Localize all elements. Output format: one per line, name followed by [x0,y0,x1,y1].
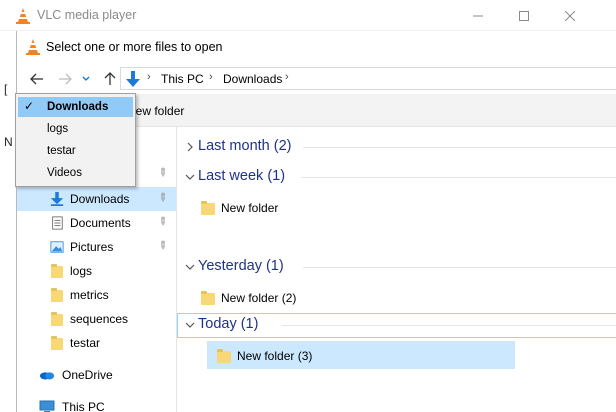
maximize-icon [519,10,529,21]
folder-icon [49,336,65,350]
maximize-button[interactable] [501,0,547,31]
folder-icon [49,264,65,278]
popup-item-testar[interactable]: testar [18,141,133,161]
recent-locations-popup: ✓ Downloads logs testar Videos [15,93,136,187]
dialog-title: Select one or more files to open [46,40,223,54]
nav-item-pictures[interactable]: Pictures ✎ [17,235,176,259]
open-file-dialog: Select one or more files to open › This … [16,31,616,412]
group-divider [303,267,616,268]
popup-item-label: testar [47,145,76,157]
nav-item-label: testar [70,336,101,350]
breadcrumb-downloads[interactable]: Downloads [223,72,282,86]
nav-item-label: Documents [70,216,131,230]
file-name: New folder (2) [221,291,297,305]
minimize-icon [473,15,483,16]
nav-item-sequences[interactable]: sequences [17,307,176,331]
nav-item-onedrive[interactable]: OneDrive [17,363,176,387]
breadcrumb-separator: › [285,71,289,83]
file-name: New folder (3) [237,349,313,363]
vlc-menu-strip: [ N [0,31,16,412]
pictures-icon [50,241,64,253]
group-divider [282,325,616,326]
nav-item-label: Pictures [70,240,114,254]
forward-button[interactable] [55,69,75,89]
nav-item-metrics[interactable]: metrics [17,283,176,307]
nav-item-testar[interactable]: testar [17,331,176,355]
group-label: Yesterday (1) [198,258,284,274]
vlc-window-title: VLC media player [37,8,137,22]
group-label: Last week (1) [198,168,286,184]
forward-arrow-icon [59,73,72,85]
popup-item-label: Downloads [47,101,109,113]
breadcrumb-this-pc[interactable]: This PC [161,72,204,86]
nav-item-label: logs [70,264,93,278]
file-list: Last month (2) Last week (1) New folder … [177,127,616,412]
folder-icon [201,201,215,215]
vlc-cone-icon [26,39,40,55]
minimize-button[interactable] [455,0,501,31]
folder-icon [217,349,231,363]
recent-locations-button[interactable] [79,69,93,89]
download-arrow-icon [126,71,140,87]
group-header-today[interactable]: Today (1) [177,313,616,338]
nav-item-label: metrics [70,288,109,302]
group-divider [303,147,616,148]
pin-icon: ✎ [154,165,170,181]
documents-icon [52,216,63,230]
group-label: Today (1) [198,316,259,332]
popup-item-label: logs [47,123,69,135]
group-divider [301,177,616,178]
file-row[interactable]: New folder [191,193,499,221]
nav-item-label: This PC [62,400,105,412]
popup-item-downloads[interactable]: ✓ Downloads [18,97,133,117]
pin-icon: ✎ [154,238,170,254]
group-header-last-month[interactable]: Last month (2) [177,135,616,159]
pin-icon: ✎ [154,214,170,230]
file-name: New folder [221,201,279,215]
download-arrow-icon [50,192,64,206]
breadcrumb-separator: › [147,71,151,83]
nav-item-label: Downloads [70,192,130,206]
navigation-bar: › This PC › Downloads › [17,62,616,94]
folder-icon [201,291,215,305]
breadcrumb-separator: › [209,71,213,83]
folder-icon [49,312,65,326]
onedrive-cloud-icon [39,372,55,380]
up-arrow-icon [104,72,116,85]
group-header-yesterday[interactable]: Yesterday (1) [177,255,616,279]
group-label: Last month (2) [198,138,292,154]
nav-item-logs[interactable]: logs [17,259,176,283]
close-button[interactable] [547,0,593,31]
back-arrow-icon [30,73,43,85]
up-button[interactable] [100,69,120,89]
vlc-cone-icon [16,8,30,24]
chevron-right-icon [187,142,193,152]
address-bar[interactable]: › This PC › Downloads › [120,67,616,90]
back-button[interactable] [27,69,47,89]
nav-item-downloads[interactable]: Downloads ✎ [17,187,176,211]
chevron-down-icon [185,264,195,270]
group-header-last-week[interactable]: Last week (1) [177,165,616,189]
nav-item-label: sequences [70,312,129,326]
popup-item-label: Videos [47,167,82,179]
nav-item-this-pc[interactable]: This PC [17,395,176,412]
chevron-down-icon [82,76,90,81]
vlc-titlebar: VLC media player [0,0,616,31]
checkmark-icon: ✓ [24,99,35,113]
file-row[interactable]: New folder (3) [207,341,515,369]
vlc-menu-fragment: N [4,135,13,149]
popup-item-logs[interactable]: logs [18,119,133,139]
folder-icon [49,288,65,302]
chevron-down-icon [185,174,195,180]
vlc-menu-fragment: [ [4,82,8,96]
nav-item-label: OneDrive [62,368,113,382]
this-pc-icon [39,400,55,412]
pin-icon: ✎ [154,190,170,206]
nav-item-documents[interactable]: Documents ✎ [17,211,176,235]
close-icon [565,10,575,21]
popup-item-videos[interactable]: Videos [18,163,133,183]
file-row[interactable]: New folder (2) [191,283,499,311]
chevron-down-icon [185,322,195,328]
dialog-titlebar: Select one or more files to open [17,31,616,62]
